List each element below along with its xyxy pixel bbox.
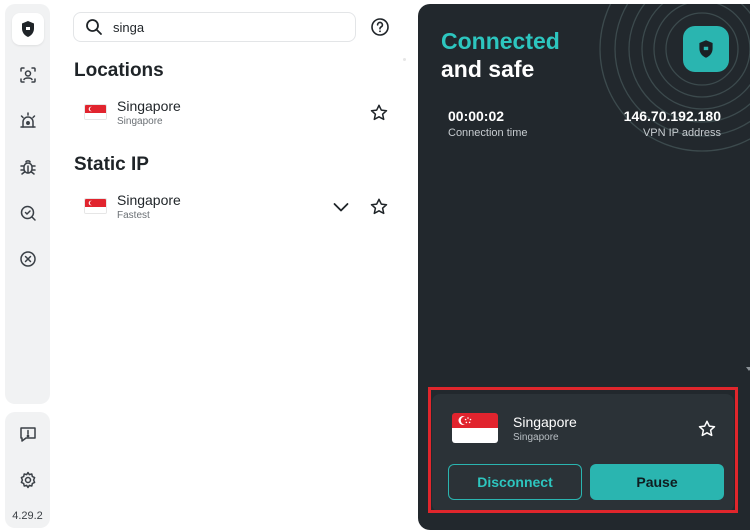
favorite-button[interactable]: [368, 196, 390, 218]
location-sub: Fastest: [117, 210, 150, 221]
alarm-icon: [20, 112, 36, 128]
scroll-indicator: [403, 58, 406, 61]
location-sub: Singapore: [117, 116, 163, 127]
search-icon: [84, 17, 104, 37]
sidebar-rail-bottom: 4.29.2: [5, 412, 50, 528]
vpn-ip-value: 146.70.192.180: [623, 108, 721, 124]
connection-time-label: Connection time: [448, 127, 528, 139]
vpn-ip-label: VPN IP address: [642, 127, 721, 139]
disconnect-button[interactable]: Disconnect: [448, 464, 582, 500]
sidebar-item-identity[interactable]: [12, 59, 44, 91]
current-location-sub: Singapore: [513, 432, 559, 443]
list-item-static-ip[interactable]: Singapore Fastest: [74, 188, 399, 226]
search-box[interactable]: [73, 12, 356, 42]
section-title-locations: Locations: [74, 60, 164, 81]
shield-icon: [22, 21, 34, 37]
user-scan-icon: [20, 67, 36, 83]
gear-icon: [20, 471, 36, 489]
star-icon: [370, 104, 388, 121]
sidebar-item-vpn[interactable]: [12, 13, 44, 45]
shield-badge: [683, 26, 729, 72]
chat-alert-icon: [20, 427, 36, 442]
sidebar-item-blocker[interactable]: [12, 243, 44, 275]
connection-time-value: 00:00:02: [448, 108, 505, 124]
sidebar-item-alerts[interactable]: [12, 105, 44, 137]
scroll-arrow-icon: [746, 367, 750, 371]
star-icon: [698, 420, 716, 437]
current-location-card: Singapore Singapore Disconnect Pause: [432, 394, 734, 512]
search-input[interactable]: [113, 19, 333, 35]
section-title-static-ip: Static IP: [74, 154, 149, 175]
search-shield-icon: [20, 205, 36, 221]
block-icon: [20, 251, 36, 267]
singapore-flag-icon: [84, 198, 107, 214]
shield-icon: [699, 40, 713, 58]
app-version: 4.29.2: [12, 510, 43, 522]
singapore-flag-icon: [452, 413, 498, 443]
sidebar-rail: [5, 4, 50, 404]
expand-button[interactable]: [330, 196, 352, 218]
chevron-down-icon: [333, 203, 349, 212]
location-name: Singapore: [117, 192, 181, 208]
favorite-button[interactable]: [696, 418, 718, 440]
singapore-flag-icon: [84, 104, 107, 120]
list-item-location[interactable]: Singapore Singapore: [74, 94, 399, 132]
status-safe: and safe: [441, 56, 535, 82]
sidebar-item-scanner[interactable]: [12, 197, 44, 229]
bug-icon: [20, 160, 36, 175]
help-button[interactable]: [369, 16, 391, 38]
current-location-name: Singapore: [513, 414, 577, 430]
favorite-button[interactable]: [368, 102, 390, 124]
pause-button[interactable]: Pause: [590, 464, 724, 500]
sidebar-item-antivirus[interactable]: [12, 151, 44, 183]
question-circle-icon: [371, 18, 389, 36]
location-name: Singapore: [117, 98, 181, 114]
star-icon: [370, 198, 388, 215]
status-connected: Connected: [441, 28, 560, 54]
sidebar-item-feedback[interactable]: [12, 418, 44, 450]
connection-panel: Connected and safe 00:00:02 Connection t…: [418, 4, 750, 530]
sidebar-item-settings[interactable]: [12, 464, 44, 496]
